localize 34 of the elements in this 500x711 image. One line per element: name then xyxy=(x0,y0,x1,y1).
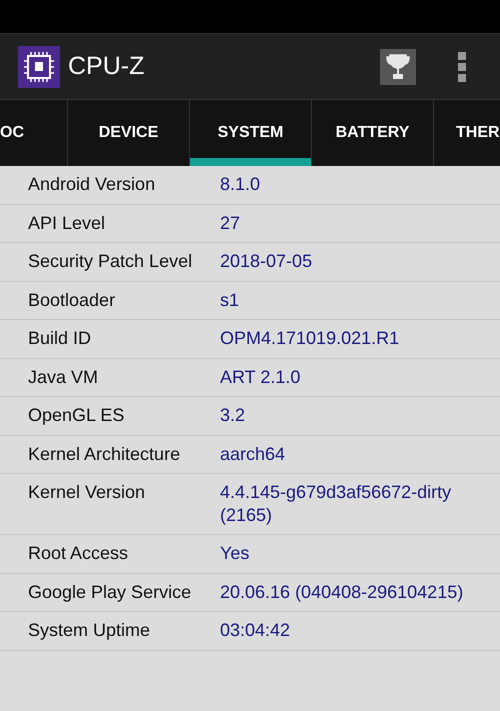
property-value: s1 xyxy=(220,288,240,312)
trophy-button[interactable] xyxy=(380,48,416,84)
property-value: ART 2.1.0 xyxy=(220,366,302,388)
property-value: 2018-07-05 xyxy=(220,250,314,273)
property-label: Root Access xyxy=(28,542,130,565)
property-label: Bootloader xyxy=(28,288,116,312)
property-label: Google Play Service xyxy=(28,580,192,604)
tab[interactable]: BATTERY xyxy=(311,100,433,166)
property-value: 4.4.145-g679d3af56672-dirty (2165) xyxy=(220,481,452,527)
tab[interactable]: DEVICE xyxy=(67,100,189,166)
tab[interactable]: SYSTEM xyxy=(189,100,311,166)
property-label: OpenGL ES xyxy=(28,404,126,427)
tab[interactable]: OC xyxy=(0,100,67,166)
property-label: Kernel Architecture xyxy=(28,442,182,466)
property-label: Android Version xyxy=(28,173,156,196)
property-value: 8.1.0 xyxy=(220,173,262,196)
app-title: CPU-Z xyxy=(68,52,146,81)
property-value: aarch64 xyxy=(220,442,286,466)
property-label: Kernel Version xyxy=(28,481,146,504)
property-value: 3.2 xyxy=(220,404,246,427)
property-value: 20.06.16 (040408-296104215) xyxy=(220,580,464,604)
trophy-icon xyxy=(386,52,410,80)
more-options-icon[interactable] xyxy=(458,52,466,82)
property-value: 27 xyxy=(220,212,242,234)
property-label: Security Patch Level xyxy=(28,250,194,273)
property-value: OPM4.171019.021.R1 xyxy=(220,327,400,350)
property-label: API Level xyxy=(28,212,106,234)
property-value: 03:04:42 xyxy=(220,619,292,642)
chip-icon xyxy=(18,46,60,88)
tab[interactable]: THER xyxy=(433,100,500,166)
property-label: Java VM xyxy=(28,366,100,388)
property-value: Yes xyxy=(220,542,250,565)
property-label: Build ID xyxy=(28,327,92,350)
property-label: System Uptime xyxy=(28,619,152,642)
